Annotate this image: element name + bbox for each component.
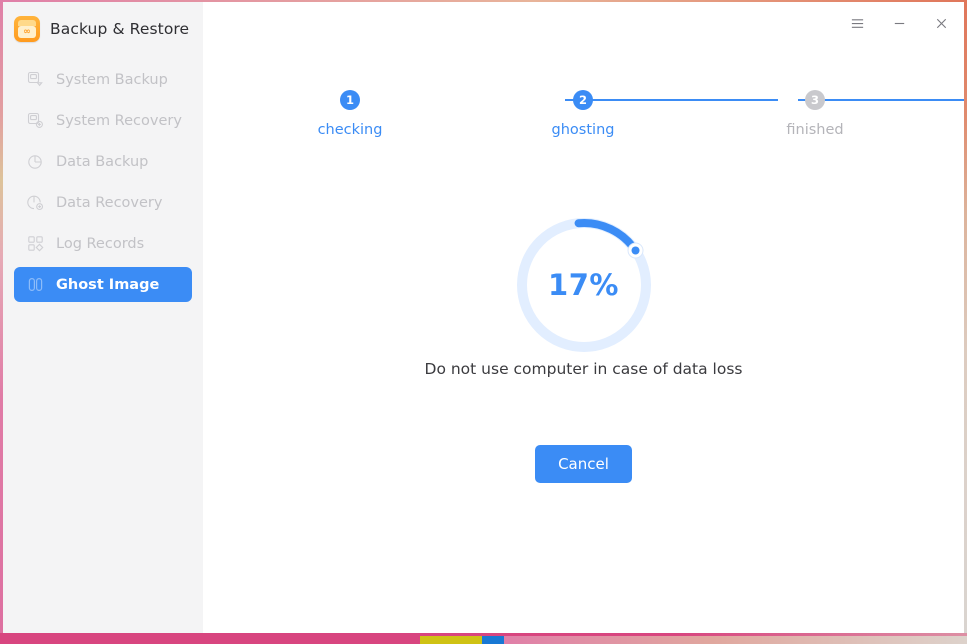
sidebar-item-data-recovery[interactable]: Data Recovery [14, 185, 192, 220]
data-recovery-icon [27, 194, 44, 211]
system-recovery-icon [27, 112, 44, 129]
sidebar-item-label: Ghost Image [56, 276, 160, 293]
sidebar-item-label: Log Records [56, 235, 145, 252]
progress-stepper: 1 checking 2 ghosting 3 finished [203, 90, 967, 150]
window-controls [846, 12, 952, 34]
ghost-image-icon [27, 276, 44, 293]
log-records-icon [27, 235, 44, 252]
system-backup-icon [27, 71, 44, 88]
cancel-button[interactable]: Cancel [535, 445, 632, 483]
stepper-step-2: 2 ghosting [513, 90, 653, 138]
stepper-step-3-bubble: 3 [805, 90, 825, 110]
stepper-step-2-label: ghosting [551, 122, 615, 138]
sidebar-item-label: Data Backup [56, 153, 149, 170]
stepper-step-2-bubble: 2 [573, 90, 593, 110]
main-panel: 1 checking 2 ghosting 3 finished 17% Do … [203, 2, 967, 641]
progress-ring: 17% [513, 214, 655, 356]
menu-button[interactable] [846, 12, 868, 34]
sidebar-nav: System Backup System Recovery Data Backu… [3, 62, 203, 302]
stepper-step-3-label: finished [786, 122, 844, 138]
stepper-step-1-bubble: 1 [340, 90, 360, 110]
stepper-step-1: 1 checking [280, 90, 420, 138]
sidebar-item-label: System Backup [56, 71, 168, 88]
progress-section: 17% [203, 214, 964, 356]
minimize-button[interactable] [888, 12, 910, 34]
sidebar-item-label: Data Recovery [56, 194, 163, 211]
action-bar: Cancel [203, 445, 964, 483]
stepper-step-1-label: checking [317, 122, 383, 138]
progress-percent-label: 17% [548, 268, 619, 302]
sidebar-item-system-recovery[interactable]: System Recovery [14, 103, 192, 138]
stepper-step-3: 3 finished [745, 90, 885, 138]
sidebar-item-log-records[interactable]: Log Records [14, 226, 192, 261]
brand-header: ∞ Backup & Restore [3, 2, 203, 44]
sidebar-item-system-backup[interactable]: System Backup [14, 62, 192, 97]
data-backup-icon [27, 153, 44, 170]
sidebar-item-data-backup[interactable]: Data Backup [14, 144, 192, 179]
warning-text: Do not use computer in case of data loss [424, 360, 743, 378]
close-button[interactable] [930, 12, 952, 34]
app-title: Backup & Restore [50, 20, 190, 38]
backup-app-icon: ∞ [14, 16, 40, 42]
sidebar-item-label: System Recovery [56, 112, 182, 129]
sidebar-item-ghost-image[interactable]: Ghost Image [14, 267, 192, 302]
backup-app-icon-glyph: ∞ [18, 26, 36, 38]
app-window: ∞ Backup & Restore System Backup System … [0, 0, 967, 644]
sidebar: ∞ Backup & Restore System Backup System … [3, 2, 203, 641]
